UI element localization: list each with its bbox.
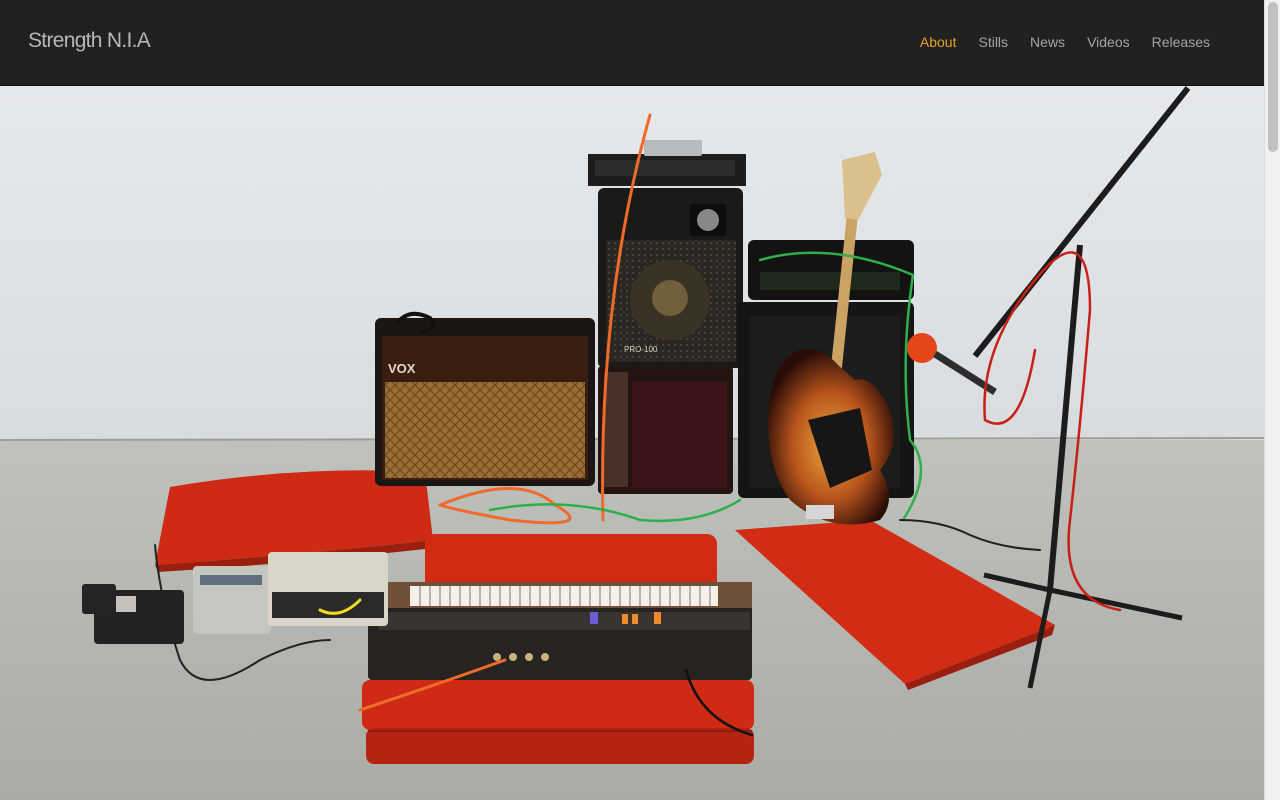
amp-brand-label: VOX [388, 361, 416, 376]
vox-amp: VOX [375, 311, 595, 486]
page-scrollbar[interactable] [1264, 0, 1280, 800]
studio-gear-illustration: VOX PRO-100 [0, 86, 1264, 800]
nav-link-about[interactable]: About [898, 34, 957, 50]
hero-photo: VOX PRO-100 [0, 86, 1264, 800]
scrollbar-thumb[interactable] [1268, 2, 1278, 152]
main-nav: About Stills News Videos Releases [898, 34, 1210, 50]
nav-link-videos[interactable]: Videos [1065, 34, 1130, 50]
nav-link-stills[interactable]: Stills [956, 34, 1008, 50]
nav-item-about: About [898, 34, 957, 50]
speaker-model-label: PRO-100 [624, 345, 658, 354]
site-brand-link[interactable]: Strength N.I.A [28, 29, 151, 53]
synth-keyboard [368, 582, 752, 680]
nav-item-videos: Videos [1065, 34, 1130, 50]
nav-item-releases: Releases [1130, 34, 1210, 50]
nav-item-stills: Stills [956, 34, 1008, 50]
nav-item-news: News [1008, 34, 1065, 50]
nav-link-releases[interactable]: Releases [1130, 34, 1210, 50]
top-navbar: Strength N.I.A About Stills News Videos … [0, 0, 1264, 86]
nav-link-news[interactable]: News [1008, 34, 1065, 50]
